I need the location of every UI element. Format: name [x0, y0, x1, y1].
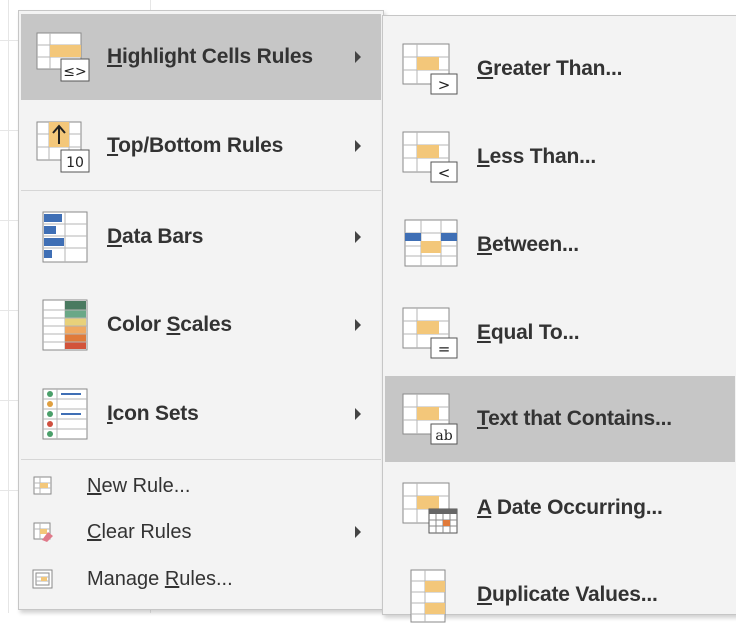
submenu-arrow-icon	[355, 526, 361, 538]
less-than-icon: <	[401, 128, 461, 186]
menu-item-label: Icon Sets	[107, 402, 199, 425]
menu-item-label: New Rule...	[87, 474, 191, 497]
conditional-formatting-menu: ≤> Highlight Cells Rules 10 Top/Bottom R…	[18, 10, 384, 610]
highlight-cells-rules-icon: ≤>	[33, 29, 91, 85]
top-bottom-rules-icon: 10	[33, 118, 91, 174]
submenu-item-label: Equal To...	[477, 321, 580, 344]
menu-item-label: Data Bars	[107, 225, 204, 248]
menu-divider	[21, 190, 381, 191]
svg-text:ab: ab	[435, 428, 452, 444]
menu-item-label: Top/Bottom Rules	[107, 134, 284, 157]
highlight-badge-text: ≤>	[63, 64, 86, 80]
submenu-item-label: Between...	[477, 233, 579, 256]
menu-divider	[21, 459, 381, 460]
svg-text:<: <	[438, 164, 451, 182]
submenu-item-label: Duplicate Values...	[477, 583, 658, 606]
submenu-item-equal-to[interactable]: = Equal To...	[385, 290, 735, 376]
submenu-arrow-icon	[355, 319, 361, 331]
equal-to-icon: =	[401, 304, 461, 362]
submenu-item-duplicate-values[interactable]: Duplicate Values...	[385, 552, 735, 638]
svg-text:=: =	[438, 340, 451, 358]
text-contains-icon: ab	[401, 390, 461, 448]
greater-than-icon: >	[401, 40, 461, 98]
menu-item-manage-rules[interactable]: Manage Rules...	[21, 557, 381, 601]
submenu-item-label: Text that Contains...	[477, 407, 672, 430]
submenu-arrow-icon	[355, 231, 361, 243]
submenu-item-date-occurring[interactable]: A Date Occurring...	[385, 465, 735, 551]
top-bottom-badge-text: 10	[66, 155, 84, 171]
date-occurring-icon	[401, 479, 461, 537]
submenu-arrow-icon	[355, 408, 361, 420]
duplicate-values-icon	[401, 566, 461, 624]
submenu-item-label: Less Than...	[477, 145, 596, 168]
icon-sets-icon	[33, 386, 91, 442]
menu-item-top-bottom-rules[interactable]: 10 Top/Bottom Rules	[21, 103, 381, 189]
menu-item-new-rule[interactable]: New Rule...	[21, 464, 381, 508]
highlight-cells-rules-submenu: > Greater Than... < Less Than... Between…	[382, 15, 736, 623]
submenu-item-label: Greater Than...	[477, 57, 623, 80]
submenu-item-greater-than[interactable]: > Greater Than...	[385, 26, 735, 112]
submenu-item-text-that-contains[interactable]: ab Text that Contains...	[385, 376, 735, 462]
menu-item-data-bars[interactable]: Data Bars	[21, 194, 381, 280]
submenu-arrow-icon	[355, 140, 361, 152]
menu-item-label: Clear Rules	[87, 520, 192, 543]
menu-item-color-scales[interactable]: Color Scales	[21, 282, 381, 368]
menu-item-label: Color Scales	[107, 313, 232, 336]
manage-rules-icon	[32, 569, 54, 589]
menu-item-label: Highlight Cells Rules	[107, 45, 313, 68]
submenu-arrow-icon	[355, 51, 361, 63]
menu-item-icon-sets[interactable]: Icon Sets	[21, 371, 381, 457]
submenu-item-less-than[interactable]: < Less Than...	[385, 114, 735, 200]
submenu-item-between[interactable]: Between...	[385, 202, 735, 288]
menu-item-highlight-cells-rules[interactable]: ≤> Highlight Cells Rules	[21, 14, 381, 100]
data-bars-icon	[33, 209, 91, 265]
svg-text:>: >	[438, 76, 451, 94]
clear-rules-icon	[32, 522, 54, 542]
menu-item-clear-rules[interactable]: Clear Rules	[21, 510, 381, 554]
new-rule-icon	[32, 476, 54, 496]
menu-item-label: Manage Rules...	[87, 567, 233, 590]
submenu-item-label: A Date Occurring...	[477, 496, 663, 519]
between-icon	[401, 216, 461, 274]
color-scales-icon	[33, 297, 91, 353]
